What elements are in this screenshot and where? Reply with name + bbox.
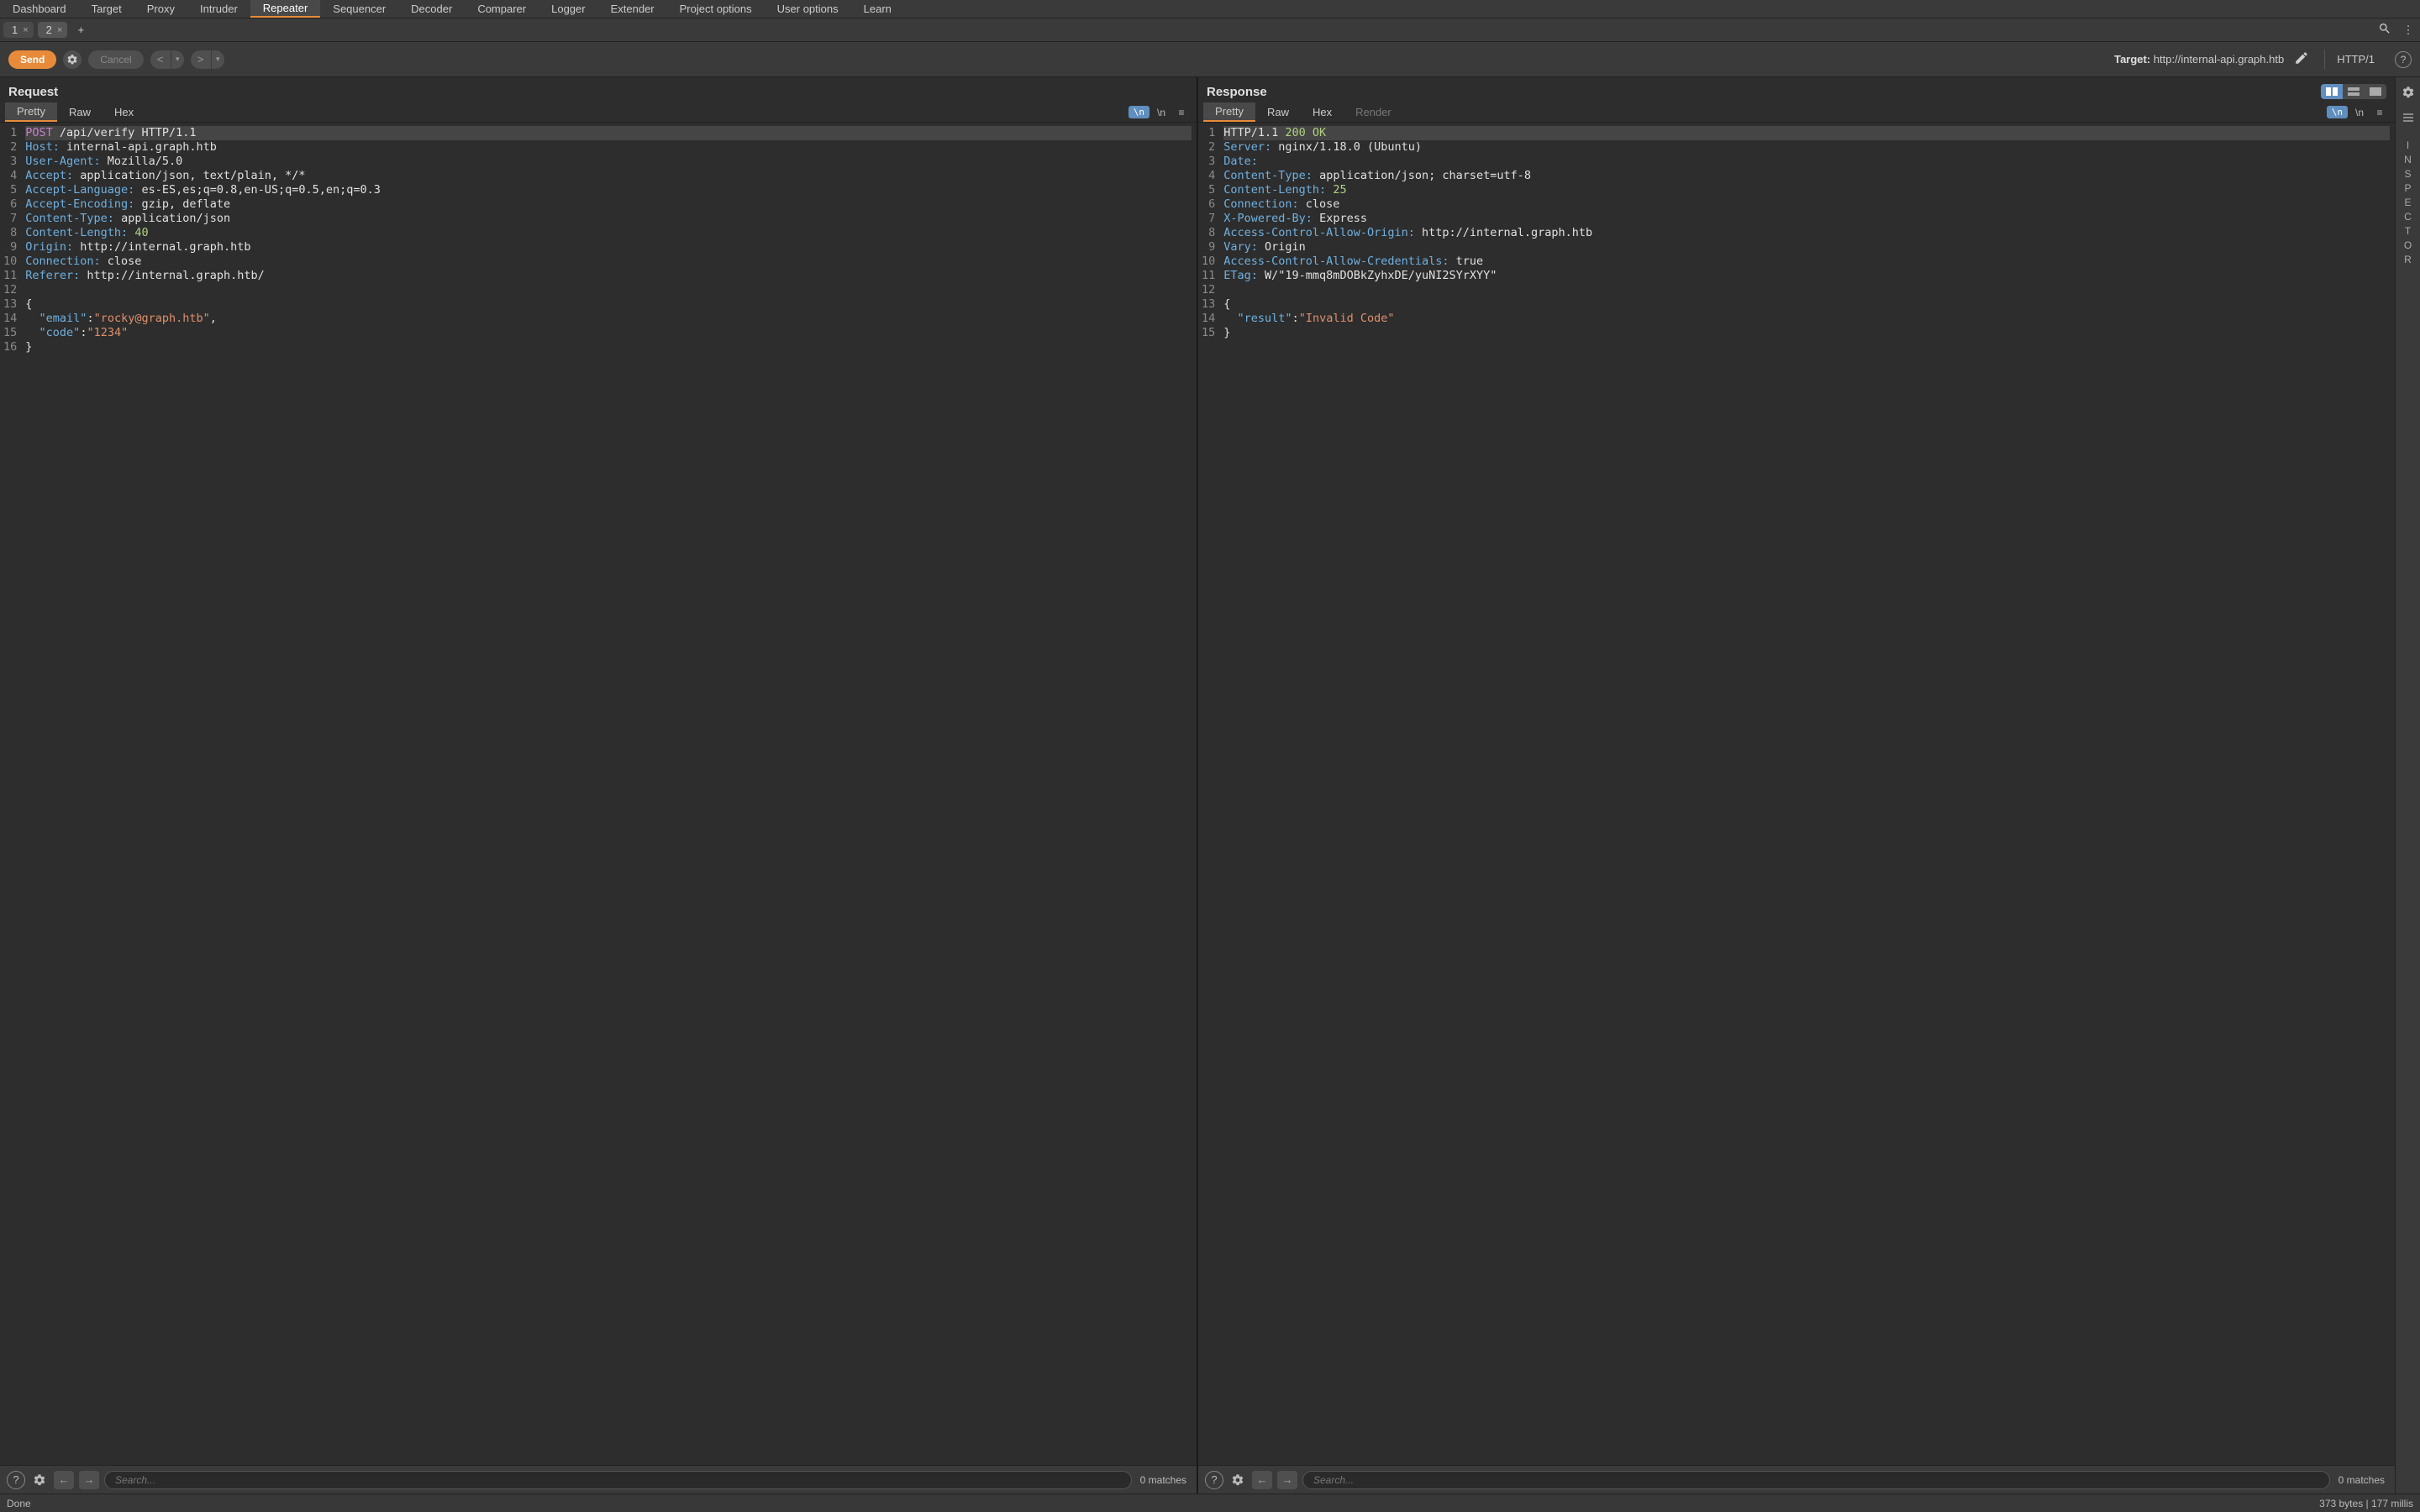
close-tab-icon[interactable]: × (57, 25, 62, 35)
history-forward-button[interactable]: > (191, 50, 211, 69)
menu-item-dashboard[interactable]: Dashboard (0, 0, 79, 18)
view-tab-raw[interactable]: Raw (1255, 103, 1301, 121)
inspector-gear-icon[interactable] (2400, 84, 2417, 101)
layout-single-button[interactable] (2365, 84, 2386, 99)
response-editor[interactable]: 123456789101112131415 HTTP/1.1 200 OKSer… (1198, 123, 2395, 1465)
view-tab-hex[interactable]: Hex (1301, 103, 1344, 121)
request-prev-match[interactable]: ← (54, 1471, 74, 1489)
history-forward-dropdown[interactable]: ▾ (211, 50, 224, 69)
view-tab-pretty[interactable]: Pretty (5, 102, 57, 122)
search-icon[interactable] (2373, 22, 2396, 38)
inspector-column: INSPECTOR (2395, 77, 2420, 1494)
response-title: Response (1207, 85, 1267, 99)
help-icon[interactable]: ? (2395, 51, 2412, 68)
main-area: Request PrettyRawHex \n \n ≡ 12345678910… (0, 77, 2420, 1494)
newline-label: \n (1151, 107, 1171, 118)
status-right: 373 bytes | 177 millis (2319, 1498, 2413, 1509)
request-search-input[interactable] (104, 1471, 1132, 1489)
more-icon[interactable]: ⋮ (2396, 24, 2420, 37)
response-next-match[interactable]: → (1277, 1471, 1297, 1489)
history-forward-group: > ▾ (191, 50, 224, 69)
request-matches-label: 0 matches (1137, 1474, 1190, 1486)
request-menu-icon[interactable]: ≡ (1171, 107, 1192, 118)
response-footer: ? ← → 0 matches (1198, 1465, 2395, 1494)
request-footer: ? ← → 0 matches (0, 1465, 1197, 1494)
menu-item-comparer[interactable]: Comparer (465, 0, 539, 18)
request-title: Request (8, 85, 58, 99)
request-view-tabs: PrettyRawHex \n \n ≡ (0, 102, 1197, 123)
inspector-label[interactable]: INSPECTOR (2402, 139, 2414, 268)
menu-item-proxy[interactable]: Proxy (134, 0, 187, 18)
response-help-icon[interactable]: ? (1205, 1471, 1223, 1489)
request-next-match[interactable]: → (79, 1471, 99, 1489)
history-back-button[interactable]: < (150, 50, 171, 69)
menu-item-sequencer[interactable]: Sequencer (320, 0, 398, 18)
view-tab-hex[interactable]: Hex (103, 103, 145, 121)
menu-item-decoder[interactable]: Decoder (398, 0, 465, 18)
menu-item-project-options[interactable]: Project options (667, 0, 765, 18)
repeater-tabs: 1×2× + ⋮ (0, 18, 2420, 42)
request-editor[interactable]: 12345678910111213141516 POST /api/verify… (0, 123, 1197, 1465)
edit-target-icon[interactable] (2291, 50, 2312, 68)
top-menu: DashboardTargetProxyIntruderRepeaterSequ… (0, 0, 2420, 18)
divider (2324, 50, 2325, 70)
menu-item-target[interactable]: Target (79, 0, 134, 18)
menu-item-repeater[interactable]: Repeater (250, 0, 320, 18)
response-gear-icon[interactable] (1228, 1471, 1247, 1489)
menu-item-learn[interactable]: Learn (851, 0, 904, 18)
layout-rows-button[interactable] (2343, 84, 2365, 99)
send-button[interactable]: Send (8, 50, 56, 69)
repeater-tab-1[interactable]: 1× (3, 22, 34, 38)
request-pane: Request PrettyRawHex \n \n ≡ 12345678910… (0, 77, 1198, 1494)
response-view-tabs: PrettyRawHexRender \n \n ≡ (1198, 102, 2395, 123)
toolbar: Send Cancel < ▾ > ▾ Target: http://inter… (0, 42, 2420, 77)
target-value: http://internal-api.graph.htb (2154, 53, 2284, 66)
request-help-icon[interactable]: ? (7, 1471, 25, 1489)
response-pane: Response PrettyRawHexRender \n \n ≡ 1234… (1198, 77, 2395, 1494)
menu-item-extender[interactable]: Extender (598, 0, 667, 18)
cancel-button[interactable]: Cancel (88, 50, 143, 69)
menu-item-intruder[interactable]: Intruder (187, 0, 250, 18)
menu-item-logger[interactable]: Logger (539, 0, 597, 18)
response-newline-label: \n (2349, 107, 2370, 118)
newline-toggle[interactable]: \n (1128, 106, 1150, 118)
response-newline-toggle[interactable]: \n (2327, 106, 2348, 118)
status-bar: Done 373 bytes | 177 millis (0, 1494, 2420, 1512)
history-back-dropdown[interactable]: ▾ (171, 50, 184, 69)
inspector-expand-icon[interactable] (2400, 109, 2417, 126)
gear-icon[interactable] (63, 50, 82, 69)
http-version-label[interactable]: HTTP/1 (2337, 53, 2375, 66)
layout-columns-button[interactable] (2321, 84, 2343, 99)
status-left: Done (7, 1498, 31, 1509)
add-tab-button[interactable]: + (71, 22, 90, 39)
view-tab-render[interactable]: Render (1344, 103, 1403, 121)
target-label: Target: http://internal-api.graph.htb (2114, 53, 2284, 66)
layout-buttons (2321, 84, 2386, 99)
response-prev-match[interactable]: ← (1252, 1471, 1272, 1489)
view-tab-pretty[interactable]: Pretty (1203, 102, 1255, 122)
target-prefix: Target: (2114, 53, 2154, 66)
view-tab-raw[interactable]: Raw (57, 103, 103, 121)
request-gear-icon[interactable] (30, 1471, 49, 1489)
repeater-tab-2[interactable]: 2× (38, 22, 68, 38)
close-tab-icon[interactable]: × (23, 25, 28, 35)
response-menu-icon[interactable]: ≡ (2370, 107, 2390, 118)
menu-item-user-options[interactable]: User options (765, 0, 851, 18)
response-search-input[interactable] (1302, 1471, 2330, 1489)
history-back-group: < ▾ (150, 50, 184, 69)
response-matches-label: 0 matches (2335, 1474, 2388, 1486)
